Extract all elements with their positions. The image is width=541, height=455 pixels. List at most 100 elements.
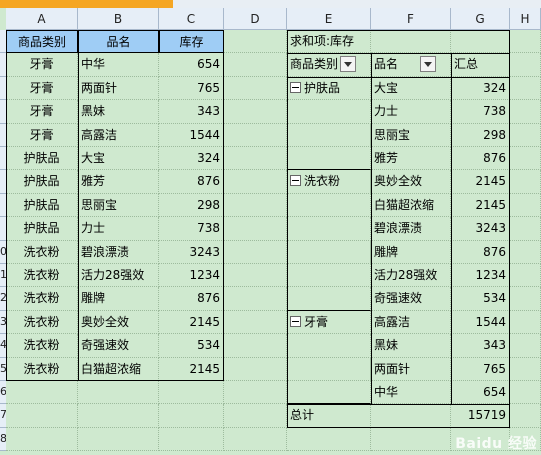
collapse-icon[interactable] <box>290 175 301 187</box>
collapse-icon[interactable] <box>290 315 301 327</box>
grid-cell[interactable] <box>224 193 287 218</box>
source-category-cell[interactable]: 洗衣粉 <box>6 287 78 311</box>
pivot-header-total[interactable]: 汇总 <box>451 53 510 77</box>
column-header-F[interactable]: F <box>371 8 451 30</box>
grid-cell[interactable] <box>224 240 287 264</box>
pivot-item-value[interactable]: 534 <box>451 287 510 311</box>
grid-cell[interactable] <box>224 170 287 194</box>
pivot-group-cell[interactable]: 护肤品 <box>287 76 371 171</box>
source-category-cell[interactable]: 护肤品 <box>6 193 78 218</box>
source-header-cell[interactable]: 库存 <box>159 30 224 54</box>
spreadsheet-grid[interactable]: ABCDEFGH012345678商品类别品名库存牙膏中华654牙膏两面针765… <box>0 0 541 455</box>
pivot-item-name[interactable]: 中华 <box>371 381 451 405</box>
dropdown-arrow-icon[interactable] <box>420 55 437 72</box>
grid-cell[interactable] <box>224 123 287 147</box>
source-header-cell[interactable]: 商品类别 <box>6 30 78 54</box>
grid-cell[interactable] <box>6 427 78 452</box>
pivot-item-value[interactable]: 3243 <box>451 217 510 241</box>
grid-cell[interactable] <box>224 76 287 101</box>
source-stock-cell[interactable]: 738 <box>159 217 224 241</box>
pivot-item-value[interactable]: 2145 <box>451 170 510 194</box>
column-header-B[interactable]: B <box>78 8 159 30</box>
pivot-item-value[interactable]: 324 <box>451 76 510 101</box>
source-stock-cell[interactable]: 1234 <box>159 264 224 288</box>
pivot-item-name[interactable]: 奥妙全效 <box>371 170 451 194</box>
grid-cell[interactable] <box>224 334 287 358</box>
pivot-item-name[interactable]: 高露洁 <box>371 310 451 335</box>
source-name-cell[interactable]: 力士 <box>78 217 159 241</box>
source-name-cell[interactable]: 碧浪漂渍 <box>78 240 159 264</box>
grid-cell[interactable] <box>224 310 287 335</box>
pivot-grand-total-value[interactable]: 15719 <box>451 404 510 428</box>
collapse-icon[interactable] <box>290 81 301 93</box>
source-name-cell[interactable]: 奥妙全效 <box>78 310 159 335</box>
grid-cell[interactable] <box>510 217 541 241</box>
grid-cell[interactable] <box>159 427 224 452</box>
grid-cell[interactable] <box>510 193 541 218</box>
grid-cell[interactable] <box>510 30 541 54</box>
pivot-item-name[interactable]: 奇强速效 <box>371 287 451 311</box>
pivot-item-name[interactable]: 雕牌 <box>371 240 451 264</box>
grid-cell[interactable] <box>287 427 371 452</box>
source-stock-cell[interactable]: 3243 <box>159 240 224 264</box>
source-category-cell[interactable]: 牙膏 <box>6 53 78 77</box>
grid-cell[interactable] <box>224 217 287 241</box>
source-stock-cell[interactable]: 876 <box>159 170 224 194</box>
source-name-cell[interactable]: 大宝 <box>78 147 159 171</box>
pivot-item-value[interactable]: 876 <box>451 147 510 171</box>
source-category-cell[interactable]: 牙膏 <box>6 76 78 101</box>
source-category-cell[interactable]: 洗衣粉 <box>6 334 78 358</box>
pivot-header-name[interactable]: 品名 <box>371 53 451 77</box>
pivot-item-value[interactable]: 738 <box>451 100 510 124</box>
grid-cell[interactable] <box>510 240 541 264</box>
grid-cell[interactable] <box>371 427 451 452</box>
grid-cell[interactable] <box>6 404 78 428</box>
pivot-item-name[interactable]: 碧浪漂渍 <box>371 217 451 241</box>
pivot-item-name[interactable]: 白猫超浓缩 <box>371 193 451 218</box>
grid-cell[interactable] <box>159 381 224 405</box>
source-category-cell[interactable]: 洗衣粉 <box>6 240 78 264</box>
pivot-item-value[interactable]: 654 <box>451 381 510 405</box>
column-header-A[interactable]: A <box>6 8 78 30</box>
source-name-cell[interactable]: 黑妹 <box>78 100 159 124</box>
source-category-cell[interactable]: 牙膏 <box>6 123 78 147</box>
source-category-cell[interactable]: 洗衣粉 <box>6 357 78 381</box>
pivot-grand-total-label[interactable]: 总计 <box>287 404 451 428</box>
pivot-item-value[interactable]: 298 <box>451 123 510 147</box>
pivot-item-name[interactable]: 力士 <box>371 100 451 124</box>
grid-cell[interactable] <box>510 404 541 428</box>
column-header-E[interactable]: E <box>287 8 371 30</box>
grid-cell[interactable] <box>510 334 541 358</box>
pivot-item-name[interactable]: 活力28强效 <box>371 264 451 288</box>
source-stock-cell[interactable]: 876 <box>159 287 224 311</box>
grid-cell[interactable] <box>224 381 287 405</box>
source-category-cell[interactable]: 牙膏 <box>6 100 78 124</box>
pivot-item-name[interactable]: 黑妹 <box>371 334 451 358</box>
pivot-item-value[interactable]: 2145 <box>451 193 510 218</box>
source-stock-cell[interactable]: 324 <box>159 147 224 171</box>
source-name-cell[interactable]: 雅芳 <box>78 170 159 194</box>
grid-cell[interactable] <box>224 100 287 124</box>
source-category-cell[interactable]: 洗衣粉 <box>6 310 78 335</box>
grid-cell[interactable] <box>510 123 541 147</box>
grid-cell[interactable] <box>451 30 510 54</box>
grid-cell[interactable] <box>510 357 541 381</box>
grid-cell[interactable] <box>6 381 78 405</box>
grid-cell[interactable] <box>224 287 287 311</box>
source-name-cell[interactable]: 高露洁 <box>78 123 159 147</box>
grid-cell[interactable] <box>78 427 159 452</box>
pivot-item-name[interactable]: 两面针 <box>371 357 451 381</box>
pivot-item-name[interactable]: 雅芳 <box>371 147 451 171</box>
source-category-cell[interactable]: 洗衣粉 <box>6 264 78 288</box>
grid-cell[interactable] <box>224 147 287 171</box>
column-header-G[interactable]: G <box>451 8 510 30</box>
grid-cell[interactable] <box>510 287 541 311</box>
dropdown-arrow-icon[interactable] <box>340 55 357 72</box>
grid-cell[interactable] <box>510 76 541 101</box>
source-stock-cell[interactable]: 534 <box>159 334 224 358</box>
grid-cell[interactable] <box>510 264 541 288</box>
pivot-group-cell[interactable]: 牙膏 <box>287 310 371 405</box>
source-name-cell[interactable]: 白猫超浓缩 <box>78 357 159 381</box>
source-name-cell[interactable]: 雕牌 <box>78 287 159 311</box>
column-header-C[interactable]: C <box>159 8 224 30</box>
